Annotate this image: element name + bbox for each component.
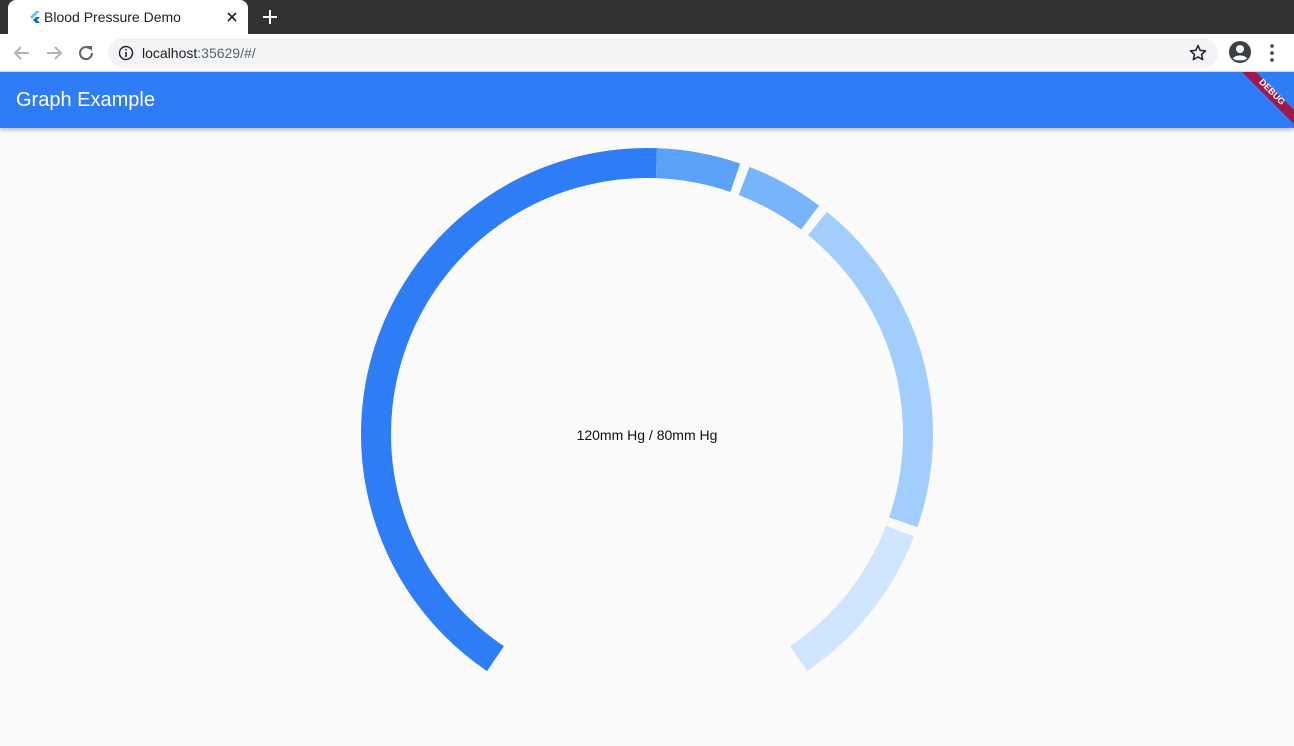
reload-icon[interactable]	[75, 42, 97, 64]
site-info-icon[interactable]	[118, 45, 134, 61]
url-text[interactable]: localhost:35629/#/	[142, 45, 256, 61]
debug-banner: DEBUG	[1242, 72, 1294, 124]
bookmark-star-icon[interactable]	[1188, 43, 1208, 63]
browser-tab[interactable]: Blood Pressure Demo	[8, 0, 248, 34]
new-tab-icon[interactable]	[260, 7, 280, 27]
url-path: :35629/#/	[197, 45, 256, 61]
gauge-segment-4	[808, 211, 933, 528]
forward-icon[interactable]	[43, 42, 65, 64]
gauge-segment-2	[655, 148, 741, 193]
tab-close-icon[interactable]	[224, 9, 240, 25]
gauge-segment-5	[789, 525, 915, 672]
app-bar-title: Graph Example	[16, 89, 155, 111]
gauge-reading-label: 120mm Hg / 80mm Hg	[576, 427, 718, 443]
app-bar: Graph Example DEBUG	[0, 72, 1294, 128]
browser-toolbar: localhost:35629/#/	[0, 34, 1294, 72]
back-icon[interactable]	[11, 42, 33, 64]
gauge-segment-3	[738, 166, 820, 230]
profile-icon[interactable]	[1228, 40, 1252, 64]
browser-menu-icon[interactable]	[1262, 42, 1282, 64]
flutter-favicon-icon	[30, 11, 40, 23]
url-host: localhost	[142, 45, 198, 61]
tab-title: Blood Pressure Demo	[44, 9, 181, 25]
debug-banner-label: DEBUG	[1257, 77, 1287, 107]
address-bar[interactable]: localhost:35629/#/	[108, 38, 1218, 68]
browser-tabstrip: Blood Pressure Demo	[0, 0, 1294, 34]
gauge-segment-1	[361, 148, 657, 672]
